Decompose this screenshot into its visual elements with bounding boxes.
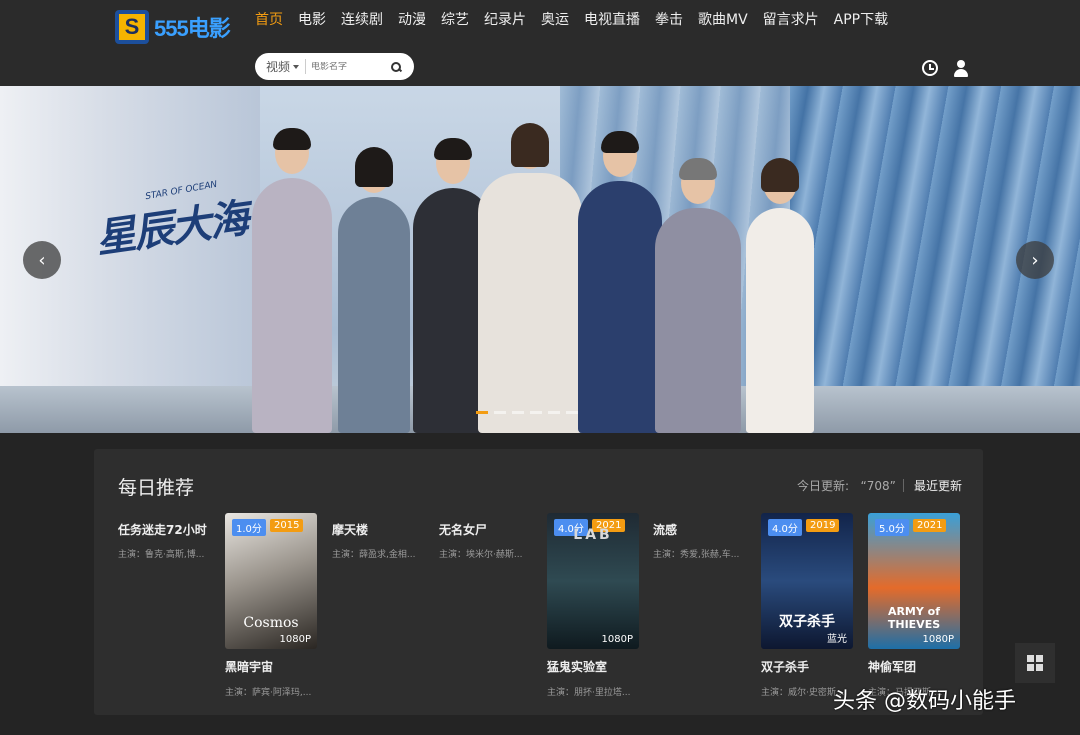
- quality-badge: 1080P: [601, 634, 633, 645]
- poster-caption: ARMY of THIEVES: [887, 605, 941, 631]
- nav-item-requests[interactable]: 留言求片: [763, 10, 819, 30]
- nav-item-variety[interactable]: 综艺: [441, 10, 469, 30]
- cast-figure: [578, 131, 662, 433]
- nav-item-app-download[interactable]: APP下载: [834, 10, 888, 30]
- movie-title[interactable]: 摩天楼: [332, 521, 432, 538]
- chevron-right-icon: ›: [1031, 249, 1039, 271]
- poster-caption: 双子杀手: [779, 614, 835, 630]
- latest-updates-link[interactable]: 最近更新: [914, 477, 962, 494]
- list-item[interactable]: 无名女尸 主演：埃米尔·赫斯...: [439, 521, 539, 560]
- user-icon[interactable]: [953, 60, 969, 77]
- cast-figure: [252, 128, 332, 433]
- list-item[interactable]: 摩天楼 主演：薛盈求,金相...: [332, 521, 432, 560]
- logo-text: 555电影: [154, 16, 231, 41]
- cast-figure: [478, 123, 582, 433]
- cast-figure: [655, 158, 741, 433]
- list-item[interactable]: 猛鬼实验室 主演：朋抔·里拉塔...: [547, 658, 630, 698]
- divider: [903, 479, 904, 492]
- movie-title[interactable]: 双子杀手: [761, 658, 844, 675]
- movie-poster[interactable]: 4.0分 2021 LAB 1080P: [547, 513, 639, 649]
- poster-caption: LAB: [573, 527, 613, 543]
- search-icon[interactable]: [389, 60, 403, 74]
- site-header: S 555电影 首页 电影 连续剧 动漫 综艺 纪录片 奥运 电视直播 拳击 歌…: [0, 0, 1080, 86]
- carousel-dot[interactable]: [566, 411, 578, 414]
- nav-item-movies[interactable]: 电影: [298, 10, 326, 30]
- watermark: 头条 @数码小能手: [833, 689, 1016, 714]
- movie-cast: 主演：朋抔·里拉塔...: [547, 688, 631, 698]
- movie-title[interactable]: 任务迷走72小时: [118, 521, 218, 538]
- score-badge: 5.0分: [875, 519, 909, 536]
- year-badge: 2019: [806, 519, 840, 532]
- carousel-dot[interactable]: [548, 411, 560, 414]
- banner-carousel[interactable]: STAR OF OCEAN 星辰大海 ‹ ›: [0, 86, 1080, 433]
- clock-icon[interactable]: [922, 60, 938, 76]
- movie-cast: 主演：埃米尔·赫斯...: [439, 550, 523, 560]
- quality-badge: 1080P: [279, 634, 311, 645]
- carousel-prev-button[interactable]: ‹: [23, 241, 61, 279]
- movie-title[interactable]: 神偷军团: [868, 658, 942, 675]
- carousel-dots: [476, 411, 578, 414]
- nav-item-mv[interactable]: 歌曲MV: [698, 10, 748, 30]
- movie-poster[interactable]: 4.0分 2019 双子杀手 蓝光: [761, 513, 853, 649]
- update-count: 今日更新: “708”: [797, 479, 896, 493]
- movie-cast: 主演：威尔·史密斯...: [761, 688, 845, 698]
- list-item[interactable]: 双子杀手 主演：威尔·史密斯...: [761, 658, 844, 698]
- daily-recommend-panel: 每日推荐 今日更新: “708” 最近更新 任务迷走72小时 主演：鲁克·高斯,…: [94, 449, 983, 715]
- main-nav: 首页 电影 连续剧 动漫 综艺 纪录片 奥运 电视直播 拳击 歌曲MV 留言求片…: [255, 10, 903, 30]
- list-item[interactable]: 流感 主演：秀爱,张赫,车...: [653, 521, 753, 560]
- cast-figure: [746, 158, 814, 433]
- movie-cast: 主演：秀爱,张赫,车...: [653, 550, 740, 560]
- section-title: 每日推荐: [118, 477, 195, 499]
- movie-cast: 主演：萨宾·阿泽玛,...: [225, 688, 312, 698]
- search-divider: [305, 59, 307, 74]
- year-badge: 2021: [913, 519, 947, 532]
- score-badge: 1.0分: [232, 519, 266, 536]
- year-badge: 2015: [270, 519, 304, 532]
- poster-caption: Cosmos: [243, 615, 299, 631]
- quality-badge: 蓝光: [827, 634, 847, 645]
- carousel-next-button[interactable]: ›: [1016, 241, 1054, 279]
- cast-figure: [338, 147, 410, 433]
- chevron-down-icon: [293, 64, 300, 69]
- nav-item-olympics[interactable]: 奥运: [541, 10, 569, 30]
- carousel-dot[interactable]: [530, 411, 542, 414]
- nav-item-home[interactable]: 首页: [255, 10, 283, 30]
- list-item[interactable]: 任务迷走72小时 主演：鲁克·高斯,博...: [118, 521, 218, 560]
- movie-cast: 主演：薛盈求,金相...: [332, 550, 416, 560]
- movie-poster[interactable]: 1.0分 2015 Cosmos 1080P: [225, 513, 317, 649]
- movie-title[interactable]: 黑暗宇宙: [225, 658, 311, 675]
- carousel-dot[interactable]: [494, 411, 506, 414]
- chevron-left-icon: ‹: [38, 249, 46, 271]
- windows-icon[interactable]: [1015, 643, 1055, 683]
- movie-cast: 主演：鲁克·高斯,博...: [118, 550, 205, 560]
- nav-item-live-tv[interactable]: 电视直播: [584, 10, 640, 30]
- search-input[interactable]: [311, 61, 388, 72]
- score-badge: 4.0分: [768, 519, 802, 536]
- movie-title[interactable]: 无名女尸: [439, 521, 539, 538]
- movie-title[interactable]: 流感: [653, 521, 753, 538]
- search-bar: 视频: [255, 53, 414, 80]
- site-logo[interactable]: S 555电影: [115, 10, 231, 44]
- carousel-dot[interactable]: [476, 411, 488, 414]
- nav-item-documentary[interactable]: 纪录片: [484, 10, 526, 30]
- logo-mark: S: [115, 10, 149, 44]
- nav-item-boxing[interactable]: 拳击: [655, 10, 683, 30]
- nav-item-anime[interactable]: 动漫: [398, 10, 426, 30]
- search-type-select[interactable]: 视频: [255, 58, 300, 75]
- nav-item-series[interactable]: 连续剧: [341, 10, 383, 30]
- movie-title[interactable]: 猛鬼实验室: [547, 658, 630, 675]
- carousel-dot[interactable]: [512, 411, 524, 414]
- quality-badge: 1080P: [922, 634, 954, 645]
- list-item[interactable]: 黑暗宇宙 主演：萨宾·阿泽玛,...: [225, 658, 311, 698]
- movie-poster[interactable]: 5.0分 2021 ARMY of THIEVES 1080P: [868, 513, 960, 649]
